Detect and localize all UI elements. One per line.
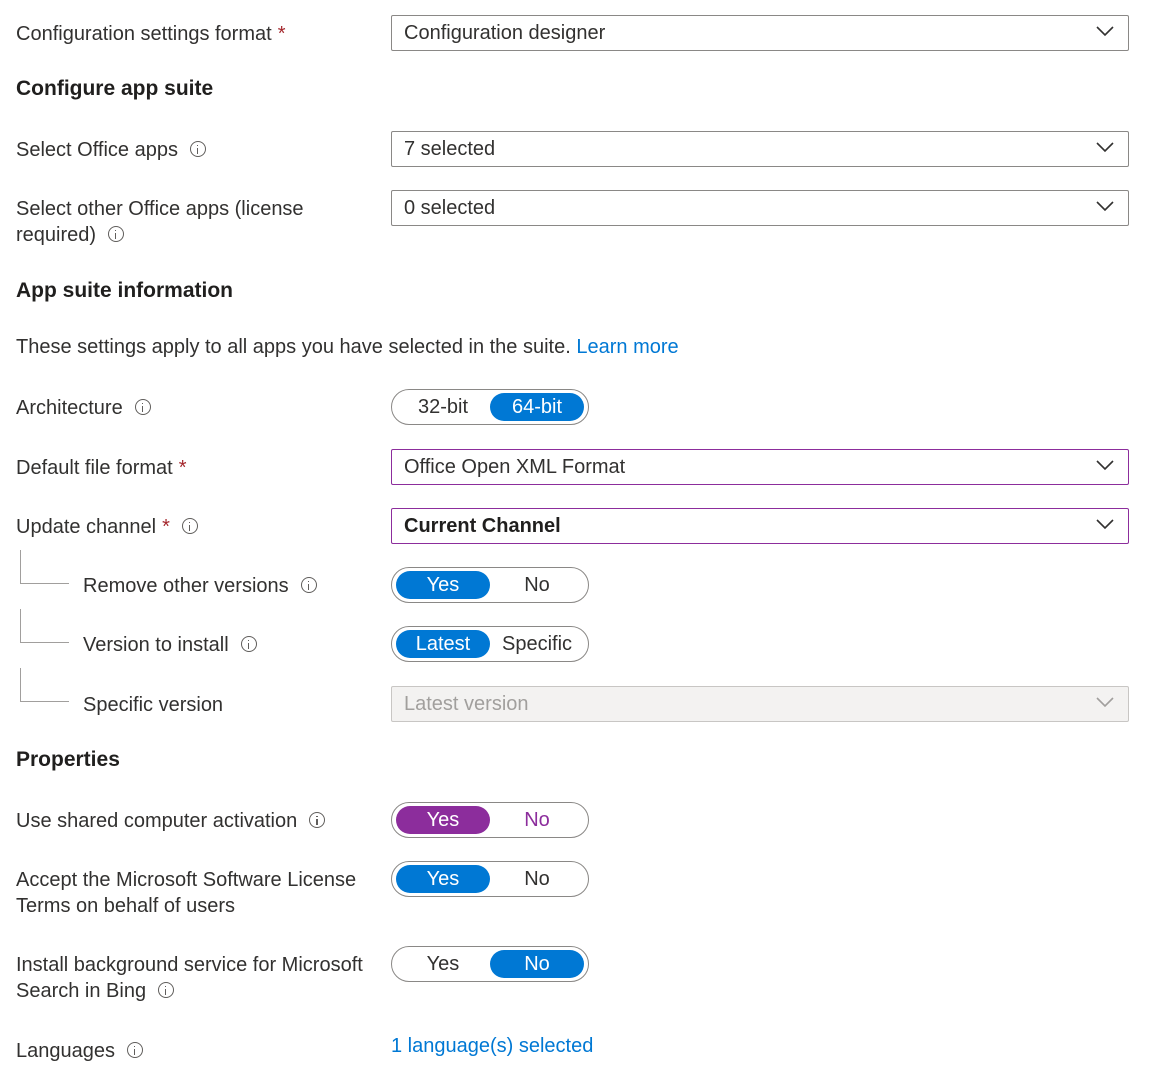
update-channel-dropdown[interactable]: Current Channel: [391, 508, 1129, 544]
remove-other-versions-no[interactable]: No: [490, 571, 584, 599]
version-to-install-label: Version to install: [83, 632, 257, 658]
info-icon[interactable]: [309, 811, 326, 828]
tree-connector: [20, 609, 69, 643]
remove-other-versions-yes[interactable]: Yes: [396, 571, 490, 599]
shared-computer-activation-no[interactable]: No: [490, 806, 584, 834]
background-service-no[interactable]: No: [490, 950, 584, 978]
info-icon[interactable]: [240, 635, 257, 652]
section-heading-properties: Properties: [16, 748, 120, 771]
tree-connector: [20, 550, 69, 584]
version-to-install-latest[interactable]: Latest: [396, 630, 490, 658]
architecture-option-32bit[interactable]: 32-bit: [396, 393, 490, 421]
info-icon[interactable]: [158, 981, 175, 998]
shared-computer-activation-toggle[interactable]: Yes No: [391, 802, 589, 838]
info-icon[interactable]: [300, 576, 317, 593]
default-file-format-value: Office Open XML Format: [404, 456, 626, 478]
update-channel-value: Current Channel: [404, 515, 561, 537]
chevron-down-icon: [1096, 26, 1114, 37]
learn-more-link[interactable]: Learn more: [576, 336, 678, 358]
accept-license-yes[interactable]: Yes: [396, 865, 490, 893]
languages-selected-link[interactable]: 1 language(s) selected: [391, 1033, 593, 1059]
remove-other-versions-toggle[interactable]: Yes No: [391, 567, 589, 603]
accept-license-label: Accept the Microsoft Software License Te…: [16, 869, 357, 917]
section-heading-configure-app-suite: Configure app suite: [16, 77, 214, 100]
update-channel-label: Update channel *: [16, 514, 198, 540]
select-office-apps-label: Select Office apps: [16, 137, 206, 163]
default-file-format-dropdown[interactable]: Office Open XML Format: [391, 449, 1129, 485]
required-marker: *: [162, 516, 170, 538]
specific-version-dropdown: Latest version: [391, 686, 1129, 722]
chevron-down-icon: [1096, 697, 1114, 708]
background-service-yes[interactable]: Yes: [396, 950, 490, 978]
config-format-label: Configuration settings format *: [16, 23, 286, 45]
select-office-apps-value: 7 selected: [404, 138, 496, 160]
select-other-apps-dropdown[interactable]: 0 selected: [391, 190, 1129, 226]
chevron-down-icon: [1096, 201, 1114, 212]
specific-version-placeholder: Latest version: [404, 693, 529, 715]
shared-computer-activation-yes[interactable]: Yes: [396, 806, 490, 834]
select-office-apps-dropdown[interactable]: 7 selected: [391, 131, 1129, 167]
required-marker: *: [178, 457, 187, 479]
architecture-label: Architecture: [16, 395, 151, 421]
info-icon[interactable]: [108, 225, 125, 242]
remove-other-versions-label: Remove other versions: [83, 573, 317, 599]
shared-computer-activation-label: Use shared computer activation: [16, 808, 326, 834]
select-other-apps-label: Select other Office apps (license requir…: [16, 198, 304, 246]
info-icon[interactable]: [134, 398, 151, 415]
info-icon[interactable]: [126, 1041, 143, 1058]
default-file-format-label: Default file format *: [16, 457, 187, 479]
chevron-down-icon: [1096, 460, 1114, 471]
tree-connector: [20, 668, 69, 702]
version-to-install-specific[interactable]: Specific: [490, 630, 584, 658]
chevron-down-icon: [1096, 519, 1114, 530]
chevron-down-icon: [1096, 142, 1114, 153]
accept-license-no[interactable]: No: [490, 865, 584, 893]
architecture-option-64bit[interactable]: 64-bit: [490, 393, 584, 421]
section-heading-app-suite-information: App suite information: [16, 279, 233, 302]
version-to-install-toggle[interactable]: Latest Specific: [391, 626, 589, 662]
config-format-value: Configuration designer: [404, 22, 606, 44]
background-service-toggle[interactable]: Yes No: [391, 946, 589, 982]
languages-label: Languages: [16, 1038, 143, 1064]
config-format-dropdown[interactable]: Configuration designer: [391, 15, 1129, 51]
accept-license-toggle[interactable]: Yes No: [391, 861, 589, 897]
info-icon[interactable]: [181, 517, 198, 534]
background-service-label: Install background service for Microsoft…: [16, 954, 363, 1002]
architecture-toggle[interactable]: 32-bit 64-bit: [391, 389, 589, 425]
info-icon[interactable]: [189, 140, 206, 157]
description-text: These settings apply to all apps you hav…: [16, 336, 679, 358]
required-marker: *: [277, 23, 286, 45]
specific-version-label: Specific version: [83, 694, 224, 716]
select-other-apps-value: 0 selected: [404, 197, 496, 219]
